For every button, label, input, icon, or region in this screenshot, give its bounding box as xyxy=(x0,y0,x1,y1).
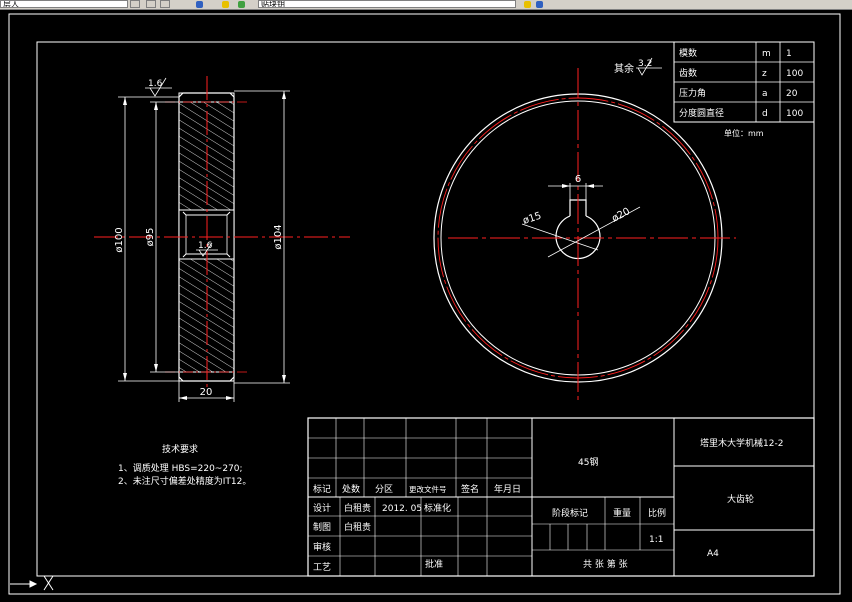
layer-manager-button[interactable] xyxy=(146,0,156,8)
layer-freeze-icon[interactable] xyxy=(222,1,229,8)
designer-name: 白租贵 xyxy=(344,502,371,514)
param-symbol-1: z xyxy=(762,69,767,79)
param-value-3: 100 xyxy=(786,109,803,119)
dim-text-bore: ø15 xyxy=(522,211,543,227)
process-label: 工艺 xyxy=(313,562,331,573)
param-symbol-2: a xyxy=(762,89,768,99)
roughness-symbol-left: 1.6 xyxy=(145,77,172,97)
design-label: 设计 xyxy=(313,502,331,514)
svg-text:1.6: 1.6 xyxy=(148,79,163,89)
standard-label: 标准化 xyxy=(424,502,451,514)
param-value-0: 1 xyxy=(786,49,792,59)
dim-text-100: ø100 xyxy=(114,227,125,252)
tech-req-line2: 2、未注尺寸偏差处精度为IT12。 xyxy=(118,475,251,487)
scale-label: 比例 xyxy=(648,507,666,519)
tech-req-line1: 1、调质处理 HBS=220~270; xyxy=(118,462,243,474)
param-symbol-0: m xyxy=(762,49,771,59)
stage-label: 阶段标记 xyxy=(552,507,588,519)
header-sign: 签名 xyxy=(461,483,479,495)
dim-text-hub: ø20 xyxy=(610,206,632,225)
review-label: 审核 xyxy=(313,541,331,553)
part-name-text: 大齿轮 xyxy=(727,493,754,505)
general-roughness-note: 其余 3.2 xyxy=(614,57,662,76)
dim-text-keyway: 6 xyxy=(575,174,581,185)
param-value-1: 100 xyxy=(786,69,803,79)
school-text: 塔里木大学机械12-2 xyxy=(700,437,783,449)
material-text: 45钢 xyxy=(578,456,598,468)
dim-text-20: 20 xyxy=(200,387,213,398)
unit-note: 单位：mm xyxy=(724,128,764,138)
drawing-canvas[interactable]: ø100 ø95 ø104 20 1.6 1.6 6 ø15 ø20 其余 3.… xyxy=(0,10,852,602)
ucs-icon xyxy=(10,575,54,591)
header-mark: 标记 xyxy=(313,483,331,495)
drawing-sheet: ø100 ø95 ø104 20 1.6 1.6 6 ø15 ø20 其余 3.… xyxy=(8,13,841,595)
approve-label: 批准 xyxy=(425,558,443,570)
technical-requirements: 技术要求 1、调质处理 HBS=220~270; 2、未注尺寸偏差处精度为IT1… xyxy=(118,443,251,487)
param-name-0: 模数 xyxy=(679,47,697,59)
svg-text:其余: 其余 xyxy=(614,62,634,75)
dim-text-104: ø104 xyxy=(273,224,284,249)
layer-state-button[interactable] xyxy=(160,0,170,8)
param-name-2: 压力角 xyxy=(679,87,706,99)
layer-lock-icon[interactable] xyxy=(238,1,245,8)
paper-size: A4 xyxy=(707,549,719,559)
parameter-table: 模数 m 1 齿数 z 100 压力角 a 20 分度圆直径 d 100 xyxy=(673,41,815,123)
header-count: 处数 xyxy=(342,483,360,495)
svg-text:3.2: 3.2 xyxy=(638,59,652,69)
make-current-icon[interactable] xyxy=(524,1,531,8)
layer-previous-icon[interactable] xyxy=(536,1,543,8)
svg-text:1.6: 1.6 xyxy=(198,241,213,251)
param-name-1: 齿数 xyxy=(679,67,697,79)
draw-label: 制图 xyxy=(313,521,331,533)
dim-text-95: ø95 xyxy=(145,228,156,247)
toolbar: 层人 贴块钥 xyxy=(0,0,852,10)
leader-bore xyxy=(521,223,599,251)
param-name-3: 分度圆直径 xyxy=(679,107,724,119)
side-view: ø100 ø95 ø104 20 1.6 1.6 xyxy=(94,76,350,402)
drawer-name: 白租贵 xyxy=(344,521,371,533)
tech-req-title: 技术要求 xyxy=(162,443,198,455)
header-date: 年月日 xyxy=(494,483,521,495)
layer-on-icon[interactable] xyxy=(196,1,203,8)
title-block-text: 45钢 塔里木大学机械12-2 大齿轮 标记 处数 分区 更改文件号 签名 年月… xyxy=(313,437,783,573)
weight-label: 重量 xyxy=(613,507,631,519)
scale-value: 1:1 xyxy=(649,535,663,545)
current-layer-field[interactable]: 贴块钥 xyxy=(258,0,516,8)
layer-dropdown[interactable]: 层人 xyxy=(0,0,128,8)
header-doc-no: 更改文件号 xyxy=(409,484,447,494)
header-zone: 分区 xyxy=(375,484,393,495)
sheet-label: 共 张 第 张 xyxy=(583,558,628,570)
param-value-2: 20 xyxy=(786,89,798,99)
layer-dropdown-arrow[interactable] xyxy=(130,0,140,8)
param-symbol-3: d xyxy=(762,109,768,119)
design-date: 2012. 05 xyxy=(382,504,422,514)
